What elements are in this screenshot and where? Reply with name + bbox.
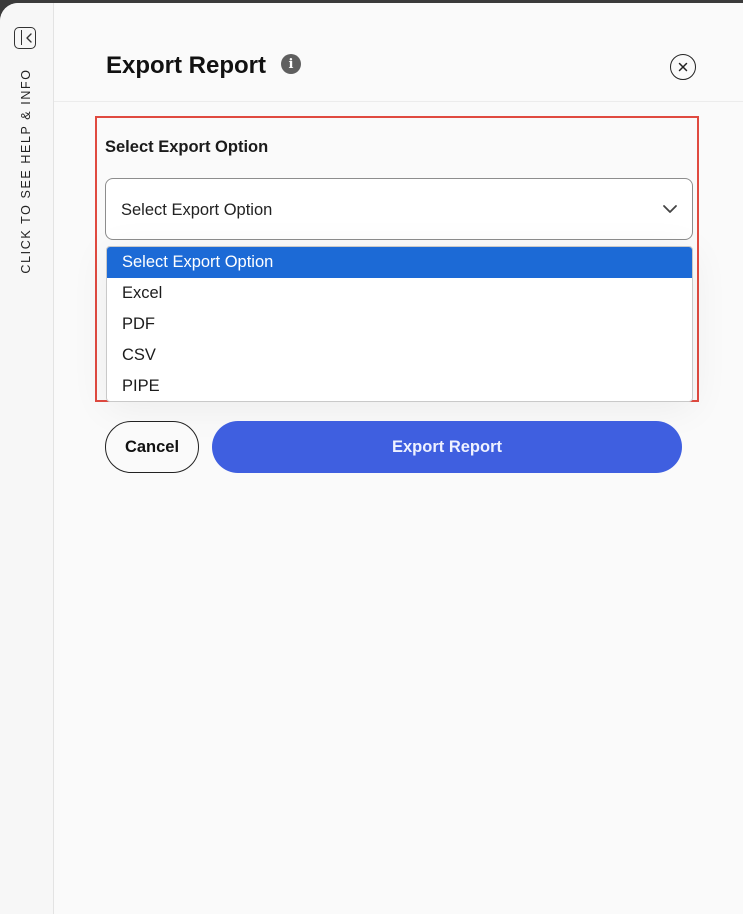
select-current-value: Select Export Option	[121, 201, 273, 219]
export-option-select[interactable]: Select Export Option	[105, 178, 693, 240]
dialog-header: Export Report i	[54, 3, 743, 102]
page-title: Export Report	[106, 52, 267, 79]
chevron-left-icon	[26, 33, 32, 43]
help-rail: CLICK TO SEE HELP & INFO	[0, 3, 54, 914]
help-info-link[interactable]: CLICK TO SEE HELP & INFO	[19, 68, 33, 273]
cancel-button[interactable]: Cancel	[105, 421, 199, 473]
chevron-down-icon	[663, 205, 677, 213]
option-pdf[interactable]: PDF	[107, 309, 692, 340]
export-report-button[interactable]: Export Report	[212, 421, 682, 473]
option-csv[interactable]: CSV	[107, 340, 692, 371]
option-pipe[interactable]: PIPE	[107, 371, 692, 401]
option-excel[interactable]: Excel	[107, 278, 692, 309]
panel-divider	[21, 30, 23, 45]
info-icon[interactable]: i	[281, 54, 301, 74]
close-icon	[678, 62, 688, 72]
dialog-content: Select Export Option Select Export Optio…	[54, 102, 743, 914]
export-option-dropdown: Select Export Option Excel PDF CSV PIPE	[106, 246, 693, 402]
option-select-export-option[interactable]: Select Export Option	[107, 247, 692, 278]
window-frame: CLICK TO SEE HELP & INFO Export Report i…	[0, 0, 743, 914]
export-option-label: Select Export Option	[105, 138, 269, 156]
close-button[interactable]	[670, 54, 696, 80]
export-report-panel: CLICK TO SEE HELP & INFO Export Report i…	[0, 3, 743, 914]
panel-collapse-icon[interactable]	[14, 27, 36, 49]
